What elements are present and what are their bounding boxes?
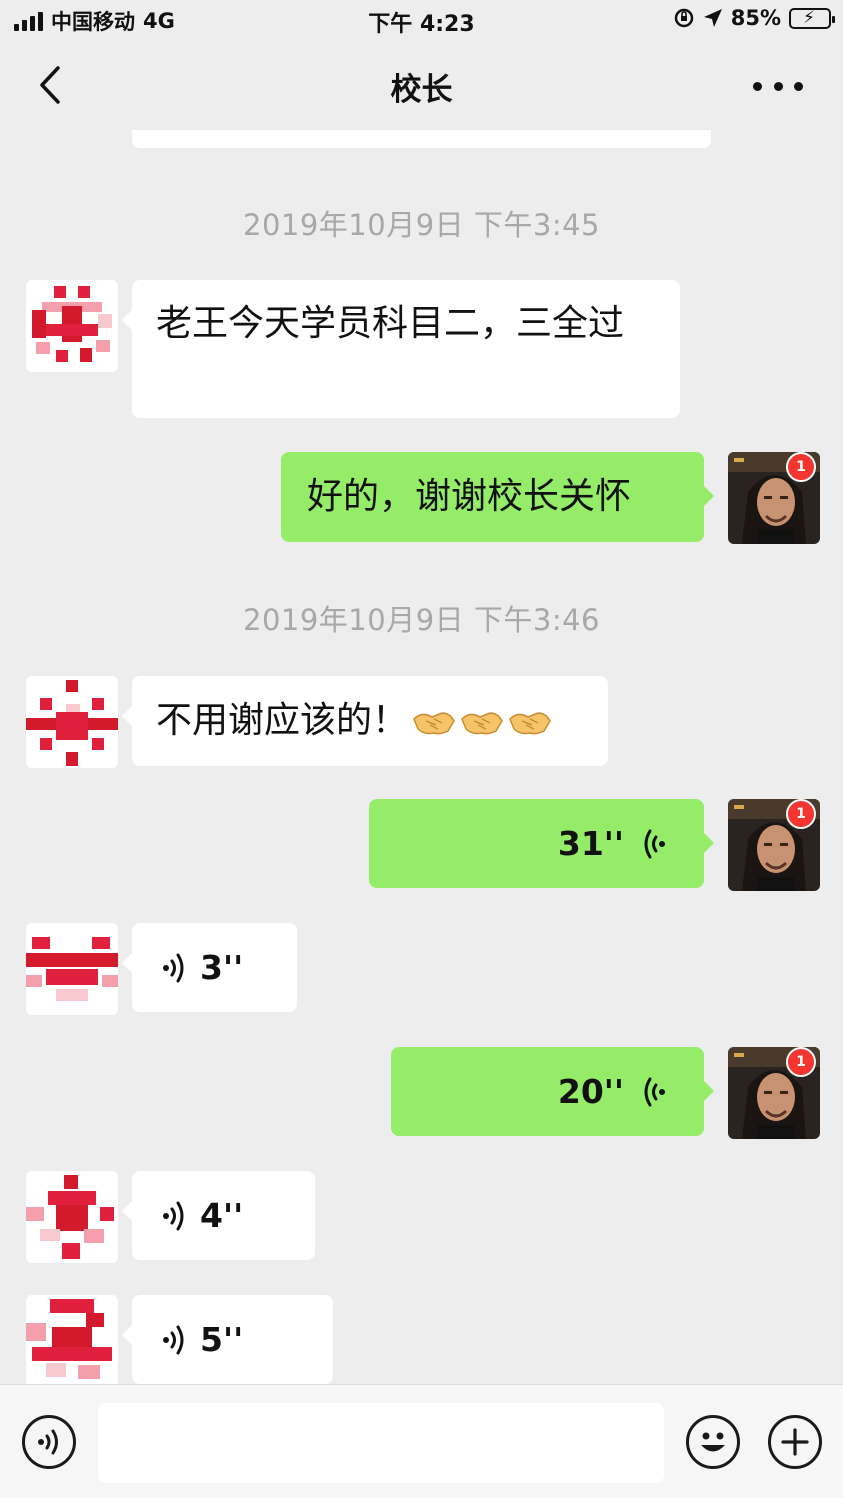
timestamp: 2019年10月9日 下午3:46	[243, 603, 600, 637]
status-right: 85% ⚡	[673, 6, 835, 30]
battery-percent: 85%	[730, 6, 781, 30]
voice-content: 5''	[132, 1295, 333, 1384]
contact-avatar[interactable]	[26, 1295, 118, 1384]
more-button[interactable]	[753, 68, 803, 104]
voice-duration: 20''	[557, 1071, 624, 1111]
unread-badge: 1	[786, 1047, 816, 1077]
previous-message-bubble	[132, 130, 711, 148]
voice-wave-icon	[163, 1201, 184, 1230]
voice-wave-icon	[163, 1325, 184, 1354]
message-input[interactable]	[98, 1403, 664, 1483]
voice-duration: 31''	[557, 823, 624, 863]
charging-bolt-icon: ⚡	[803, 7, 815, 28]
contact-avatar[interactable]	[26, 280, 118, 372]
handshake-icon	[509, 712, 551, 735]
contact-avatar[interactable]	[26, 923, 118, 1015]
timestamp: 2019年10月9日 下午3:45	[243, 208, 600, 242]
voice-duration: 5''	[200, 1319, 244, 1359]
handshake-icon	[461, 712, 503, 735]
message-text: 老王今天学员科目二，三全过	[156, 303, 625, 344]
contact-avatar[interactable]	[26, 676, 118, 768]
outgoing-voice-bubble[interactable]: 20''	[391, 1047, 714, 1136]
voice-duration: 4''	[200, 1195, 244, 1235]
voice-content: 3''	[132, 923, 297, 1012]
voice-toggle-icon	[38, 1429, 58, 1455]
voice-content: 20''	[391, 1047, 704, 1136]
incoming-text-bubble[interactable]: 不用谢应该的！	[122, 676, 608, 766]
message-list[interactable]: 2019年10月9日 下午3:45 老王今天学员科目二，三全过 好的，谢谢校长关…	[0, 130, 843, 1384]
incoming-text-bubble[interactable]: 老王今天学员科目二，三全过	[122, 280, 680, 418]
smiley-icon	[701, 1432, 725, 1452]
outgoing-text-bubble[interactable]: 好的，谢谢校长关怀	[281, 452, 714, 542]
handshake-icon	[413, 712, 455, 735]
plus-icon	[781, 1428, 809, 1456]
incoming-voice-bubble[interactable]: 3''	[122, 923, 297, 1012]
voice-content: 4''	[132, 1171, 315, 1260]
contact-avatar[interactable]	[26, 1171, 118, 1263]
plus-button[interactable]	[768, 1415, 822, 1469]
voice-wave-icon	[644, 1077, 665, 1106]
more-dots-icon	[753, 81, 762, 91]
outgoing-voice-bubble[interactable]: 31''	[369, 799, 714, 888]
location-arrow-icon	[703, 9, 722, 27]
voice-wave-icon	[163, 953, 184, 982]
voice-wave-icon	[644, 829, 665, 858]
message-content: 不用谢应该的！	[132, 676, 608, 766]
message-text: 不用谢应该的！	[156, 700, 409, 741]
battery-icon: ⚡	[789, 7, 835, 29]
voice-content: 31''	[369, 799, 704, 888]
unread-badge: 1	[786, 799, 816, 829]
unread-badge: 1	[786, 452, 816, 482]
chat-screen: 中国移动 4G 下午 4:23 85% ⚡ 校长 2019年10月9日 下午3:…	[0, 0, 843, 1498]
page-title: 校长	[390, 72, 453, 108]
status-bar: 中国移动 4G 下午 4:23 85% ⚡	[0, 0, 843, 40]
voice-duration: 3''	[200, 947, 244, 987]
message-text: 好的，谢谢校长关怀	[307, 476, 632, 517]
incoming-voice-bubble[interactable]: 4''	[122, 1171, 315, 1260]
input-bar	[0, 1384, 843, 1498]
orientation-lock-icon	[674, 8, 693, 28]
nav-bar: 校长	[0, 40, 843, 130]
emoji-button[interactable]	[686, 1415, 740, 1469]
incoming-voice-bubble[interactable]: 5''	[122, 1295, 333, 1384]
voice-toggle-button[interactable]	[22, 1415, 76, 1469]
